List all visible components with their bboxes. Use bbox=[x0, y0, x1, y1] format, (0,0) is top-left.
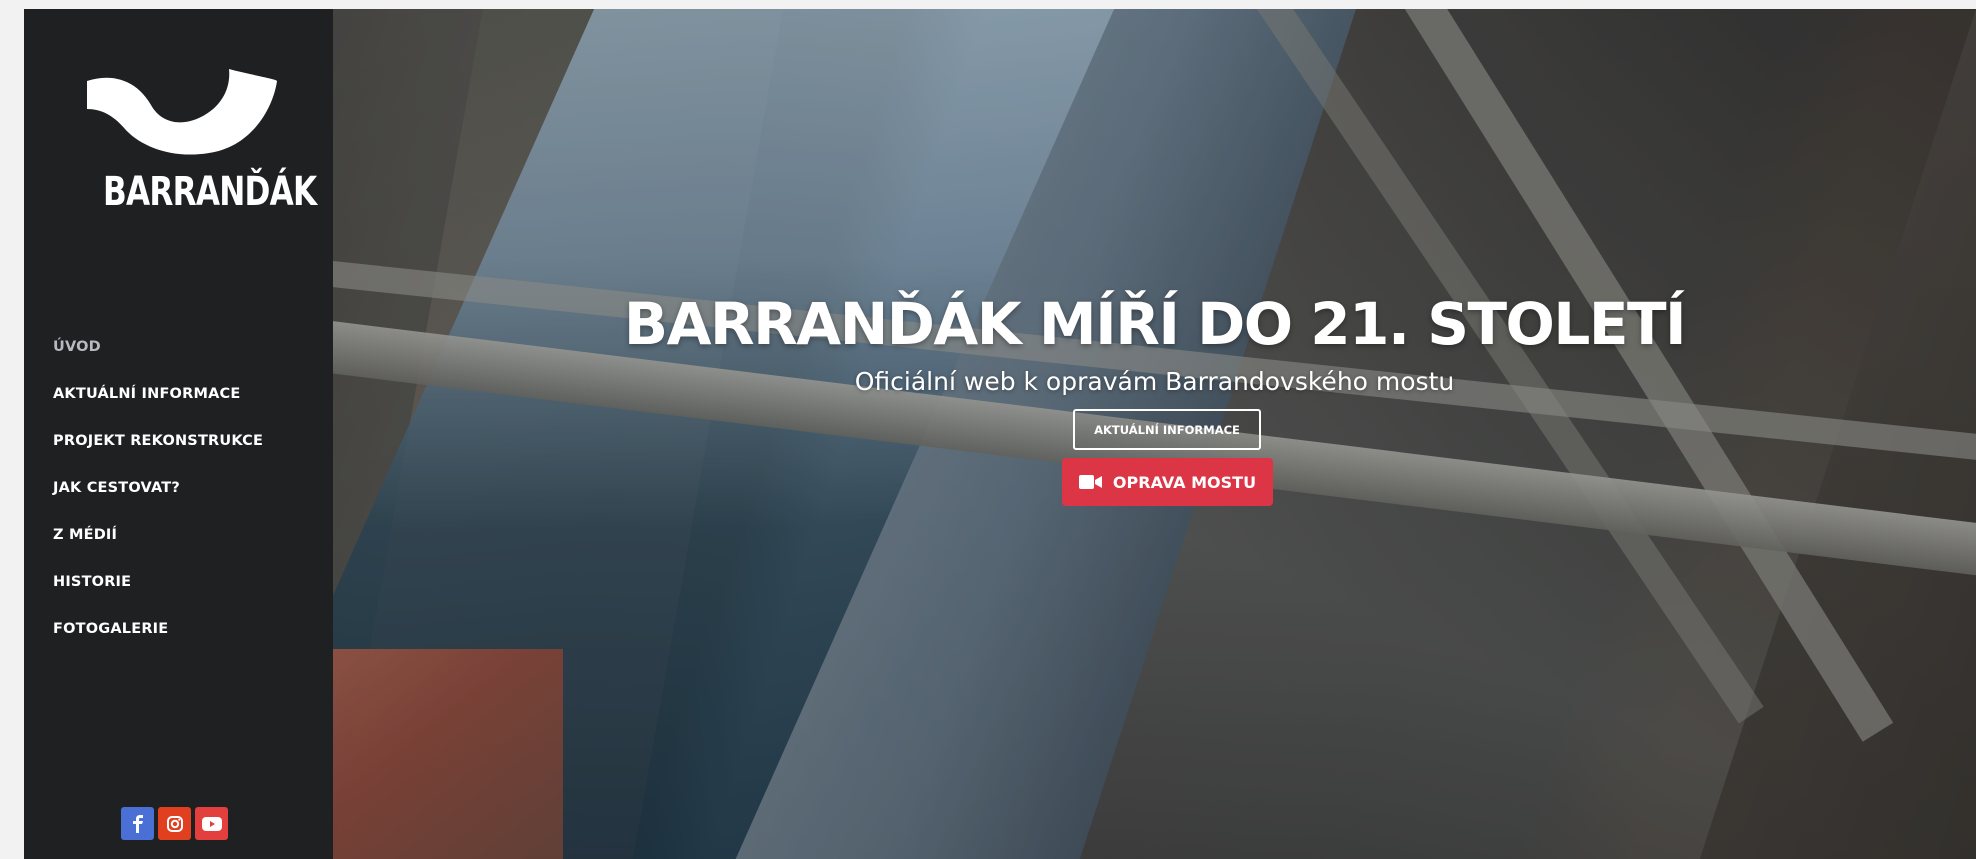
barrandak-wave-logo-icon bbox=[87, 69, 277, 155]
nav-item-aktualni-informace[interactable]: AKTUÁLNÍ INFORMACE bbox=[53, 384, 263, 431]
site-logo[interactable]: BARRANĎÁK bbox=[81, 69, 317, 229]
main-nav: ÚVOD AKTUÁLNÍ INFORMACE PROJEKT REKONSTR… bbox=[53, 337, 263, 666]
page-frame: BARRANĎÁK ÚVOD AKTUÁLNÍ INFORMACE PROJEK… bbox=[24, 9, 1976, 859]
nav-item-historie[interactable]: HISTORIE bbox=[53, 572, 263, 619]
hero-section: BARRANĎÁK MÍŘÍ DO 21. STOLETÍ Oficiální … bbox=[333, 9, 1976, 859]
sidebar: BARRANĎÁK ÚVOD AKTUÁLNÍ INFORMACE PROJEK… bbox=[24, 9, 333, 859]
nav-item-uvod[interactable]: ÚVOD bbox=[53, 337, 263, 384]
nav-item-jak-cestovat[interactable]: JAK CESTOVAT? bbox=[53, 478, 263, 525]
hero-subtitle: Oficiální web k opravám Barrandovského m… bbox=[854, 367, 1455, 396]
nav-item-fotogalerie[interactable]: FOTOGALERIE bbox=[53, 619, 263, 666]
instagram-icon[interactable] bbox=[158, 807, 191, 840]
bridge-repair-video-label: OPRAVA MOSTU bbox=[1112, 472, 1257, 492]
hero-title: BARRANĎÁK MÍŘÍ DO 21. STOLETÍ bbox=[623, 290, 1687, 358]
nav-item-projekt-rekonstrukce[interactable]: PROJEKT REKONSTRUKCE bbox=[53, 431, 263, 478]
social-links bbox=[121, 807, 228, 840]
youtube-icon[interactable] bbox=[195, 807, 228, 840]
logo-wordmark: BARRANĎÁK bbox=[103, 169, 317, 215]
facebook-icon[interactable] bbox=[121, 807, 154, 840]
nav-item-z-medii[interactable]: Z MÉDIÍ bbox=[53, 525, 263, 572]
current-info-button[interactable]: AKTUÁLNÍ INFORMACE bbox=[1073, 409, 1261, 450]
bridge-repair-video-button[interactable]: OPRAVA MOSTU bbox=[1062, 458, 1273, 506]
video-camera-icon bbox=[1078, 475, 1102, 489]
